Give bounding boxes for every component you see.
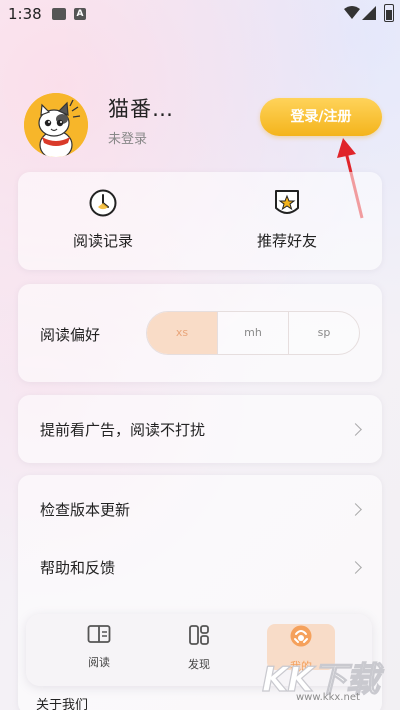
reading-preference-selector: xs mh sp	[146, 311, 360, 355]
username: 猫番…	[108, 97, 174, 121]
login-status-text: 未登录	[108, 132, 148, 147]
check-update-label: 检查版本更新	[40, 501, 131, 519]
ad-preview-row[interactable]: 提前看广告，阅读不打扰	[18, 395, 382, 463]
chevron-right-icon	[349, 561, 362, 574]
wifi-icon	[344, 6, 360, 19]
nav-read-tab[interactable]: 阅读	[64, 624, 134, 670]
reading-preference-card: 阅读偏好 xs mh sp	[18, 284, 382, 382]
reading-history-button[interactable]: 阅读记录	[28, 188, 178, 251]
star-badge-icon	[275, 190, 299, 214]
ad-preview-label: 提前看广告，阅读不打扰	[40, 421, 206, 439]
chevron-right-icon	[349, 503, 362, 516]
check-update-row[interactable]: 检查版本更新	[18, 475, 382, 541]
clock-icon	[89, 189, 117, 217]
pref-option-xs[interactable]: xs	[147, 312, 217, 354]
grid-icon	[189, 625, 209, 645]
avatar[interactable]	[24, 93, 88, 157]
recommend-friends-label: 推荐好友	[256, 232, 317, 250]
cat-avatar-icon	[24, 93, 88, 157]
recommend-friends-button[interactable]: 推荐好友	[212, 188, 362, 251]
status-bar: 1:38 A	[0, 0, 400, 28]
quick-actions-card: 阅读记录 推荐好友	[18, 172, 382, 270]
app-notification-icon: A	[74, 8, 86, 20]
watermark: KK下载 www.kkx.net	[261, 652, 396, 708]
nav-read-label: 阅读	[88, 656, 110, 669]
gallery-notification-icon	[52, 8, 66, 20]
book-icon	[87, 625, 111, 643]
profile-icon	[290, 625, 312, 647]
chevron-right-icon	[349, 423, 362, 436]
nav-discover-tab[interactable]: 发现	[164, 624, 234, 672]
reading-history-label: 阅读记录	[72, 232, 133, 250]
watermark-url: www.kkx.net	[296, 692, 360, 703]
reading-preference-label: 阅读偏好	[40, 326, 101, 344]
help-feedback-label: 帮助和反馈	[40, 559, 116, 577]
nav-discover-label: 发现	[188, 658, 210, 671]
status-time: 1:38	[8, 5, 42, 23]
pref-option-sp[interactable]: sp	[288, 312, 359, 354]
partial-settings-row[interactable]: 关于我们	[36, 694, 88, 710]
login-register-button[interactable]: 登录/注册	[260, 98, 382, 136]
signal-icon	[362, 6, 376, 20]
pref-option-mh[interactable]: mh	[217, 312, 288, 354]
battery-icon	[384, 4, 394, 22]
help-feedback-row[interactable]: 帮助和反馈	[18, 535, 382, 595]
